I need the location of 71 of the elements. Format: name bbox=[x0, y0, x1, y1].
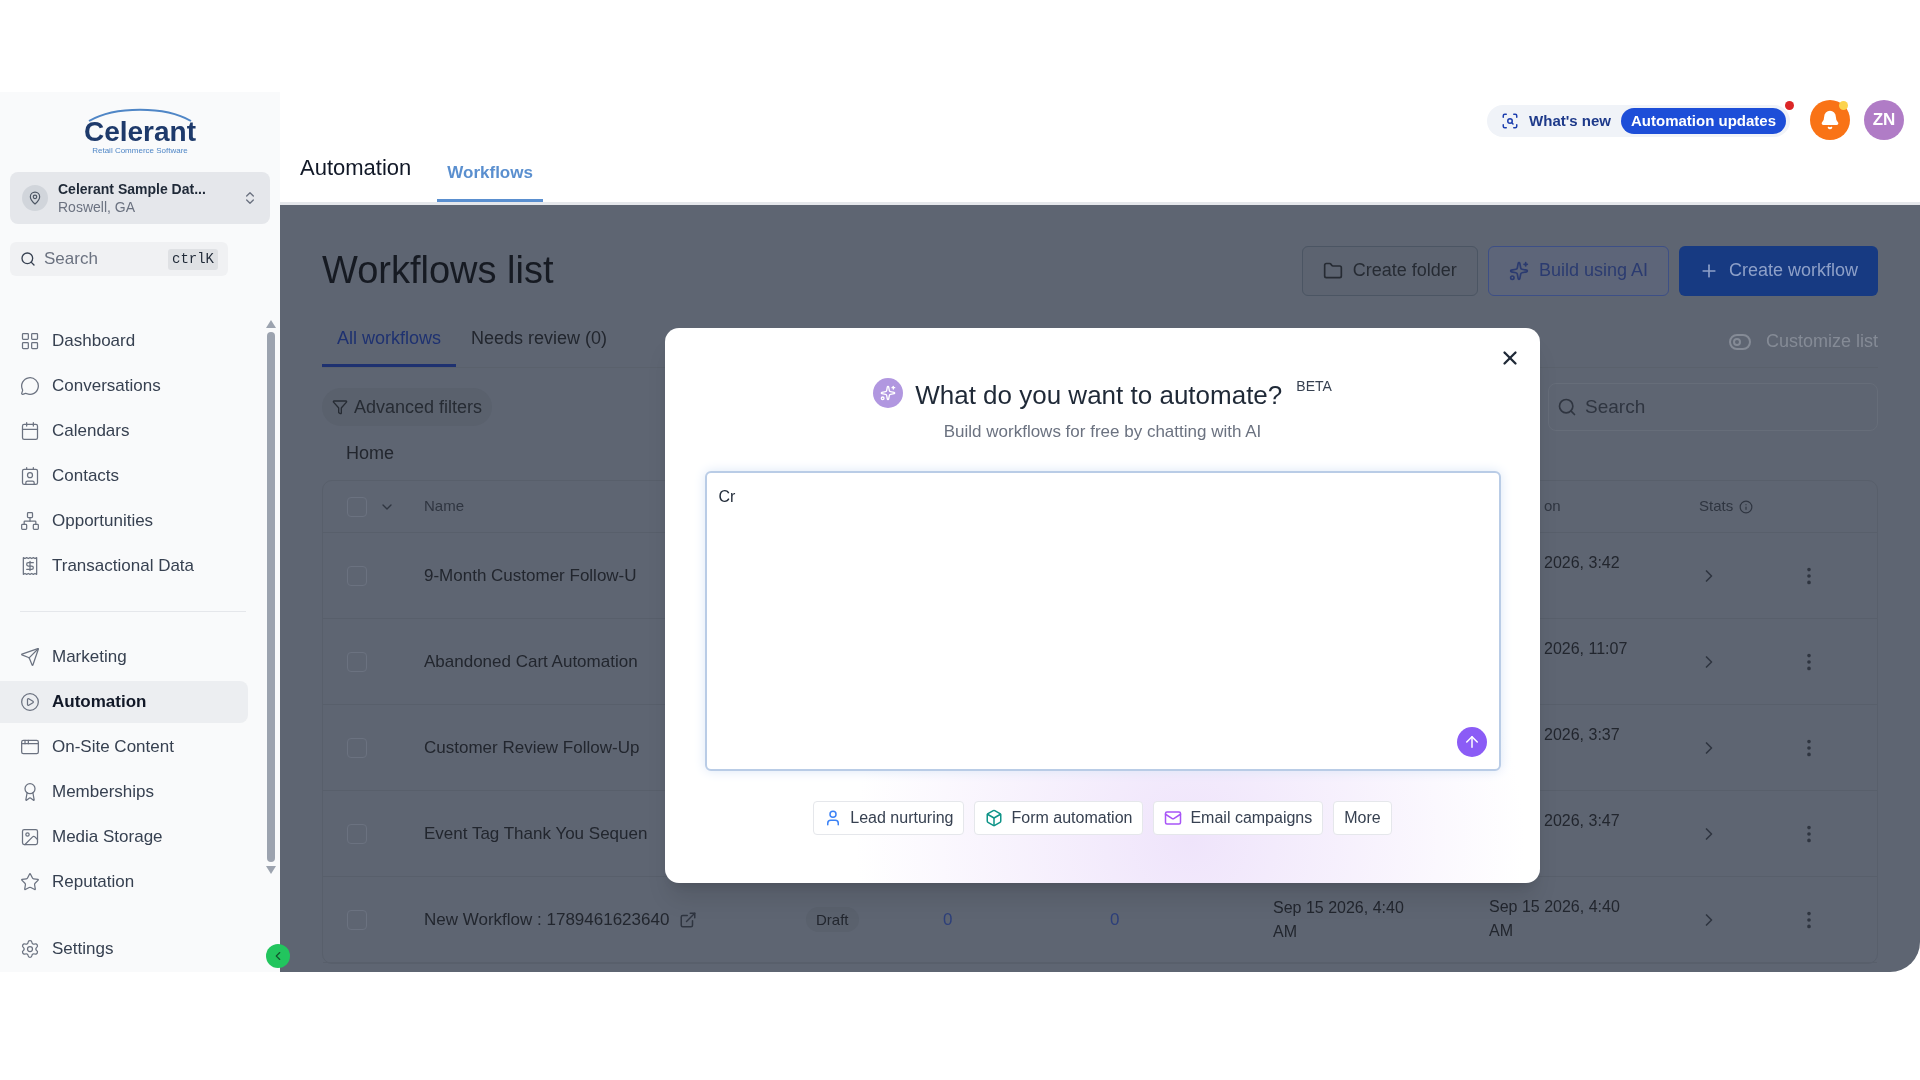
search-placeholder: Search bbox=[44, 248, 99, 271]
nav-item[interactable]: Marketing bbox=[0, 636, 248, 678]
scroll-up-icon bbox=[266, 320, 276, 328]
scan-icon bbox=[1501, 112, 1520, 130]
beta-label: BETA bbox=[1296, 377, 1332, 396]
scroll-down-icon bbox=[266, 866, 276, 874]
nav-item[interactable]: Calendars bbox=[0, 410, 248, 452]
nav-item[interactable]: Opportunities bbox=[0, 500, 248, 542]
suggestion-chip[interactable]: Email campaigns bbox=[1153, 800, 1324, 835]
folder-icon bbox=[1322, 260, 1343, 281]
nav-item[interactable]: Automation bbox=[0, 681, 248, 723]
calendar-icon bbox=[20, 421, 40, 441]
prompt-text: Cr bbox=[718, 487, 736, 505]
map-pin-icon bbox=[28, 191, 42, 205]
nav-item[interactable]: Dashboard bbox=[0, 320, 248, 362]
play-circle-icon bbox=[20, 692, 40, 712]
updated-date: Sep 15 2026, 4:40 AM bbox=[1489, 897, 1621, 941]
created-date: Sep 15 2026, 4:40 AM bbox=[1273, 897, 1405, 942]
bell-icon bbox=[1820, 110, 1840, 130]
logo-tagline: Retail Commerce Software bbox=[92, 146, 188, 156]
chat-bubble-icon bbox=[20, 376, 40, 396]
nav-item[interactable]: Transactional Data bbox=[0, 545, 248, 587]
page-title: Workflows list bbox=[322, 248, 555, 293]
suggestion-chip[interactable]: More bbox=[1333, 800, 1392, 835]
search-field[interactable]: Search ctrlK bbox=[10, 242, 228, 276]
whats-new-pill[interactable]: What's new Automation updates bbox=[1487, 105, 1790, 137]
whats-new-label: What's new bbox=[1529, 110, 1611, 131]
updated-date: 2026, 3:42 bbox=[1544, 553, 1621, 573]
account-name: Celerant Sample Dat... bbox=[58, 180, 207, 198]
filter-icon bbox=[332, 399, 348, 415]
nav-item[interactable]: Conversations bbox=[0, 365, 248, 407]
info-icon[interactable] bbox=[1739, 499, 1754, 514]
dialog-subtitle: Build workflows for free by chatting with AI bbox=[943, 421, 1262, 443]
nav-item[interactable]: Media Storage bbox=[0, 816, 248, 858]
shortcut-key: ctrlK bbox=[168, 248, 218, 270]
section-title: Automation bbox=[300, 154, 412, 182]
gear-icon bbox=[20, 939, 40, 959]
network-icon bbox=[20, 511, 40, 531]
search-icon bbox=[1557, 397, 1577, 417]
suggestion-chip[interactable]: Lead nurturing bbox=[813, 800, 965, 835]
updated-date: 2026, 3:37 bbox=[1544, 725, 1621, 745]
create-workflow-button[interactable]: Create workflow bbox=[1678, 245, 1878, 296]
contact-card-icon bbox=[20, 466, 40, 486]
sparkles-icon bbox=[1508, 260, 1529, 281]
updates-badge: Automation updates bbox=[1621, 108, 1786, 134]
updated-date: 2026, 3:47 bbox=[1544, 811, 1621, 831]
suggestion-chip[interactable]: Form automation bbox=[974, 800, 1144, 835]
logo-wordmark: Celerant bbox=[83, 118, 196, 146]
prompt-field[interactable]: Cr bbox=[704, 470, 1501, 771]
ai-sparkle-icon bbox=[873, 378, 904, 408]
image-icon bbox=[20, 827, 40, 847]
receipt-icon bbox=[20, 556, 40, 576]
updated-date: 2026, 11:07 bbox=[1544, 639, 1629, 659]
account-selector[interactable]: Celerant Sample Dat... Roswell, GA bbox=[10, 172, 270, 224]
send-button[interactable] bbox=[1456, 726, 1487, 757]
grid-icon bbox=[20, 331, 40, 351]
notifications-button[interactable] bbox=[1810, 100, 1850, 140]
send-icon bbox=[20, 647, 40, 667]
nav-item[interactable]: Settings bbox=[0, 932, 262, 966]
nav-item[interactable]: Contacts bbox=[0, 455, 248, 497]
window-icon bbox=[20, 737, 40, 757]
nav-item[interactable]: Reputation bbox=[0, 861, 248, 903]
nav-item[interactable]: Memberships bbox=[0, 771, 248, 813]
external-link-icon[interactable] bbox=[679, 910, 698, 929]
search-icon bbox=[20, 251, 36, 267]
star-icon bbox=[20, 872, 40, 892]
nav-item[interactable]: On-Site Content bbox=[0, 726, 248, 768]
dialog-title: What do you want to automate? bbox=[915, 379, 1283, 412]
account-location: Roswell, GA bbox=[58, 198, 137, 216]
status-badge: Draft bbox=[806, 906, 859, 932]
collapse-button[interactable] bbox=[266, 944, 290, 968]
